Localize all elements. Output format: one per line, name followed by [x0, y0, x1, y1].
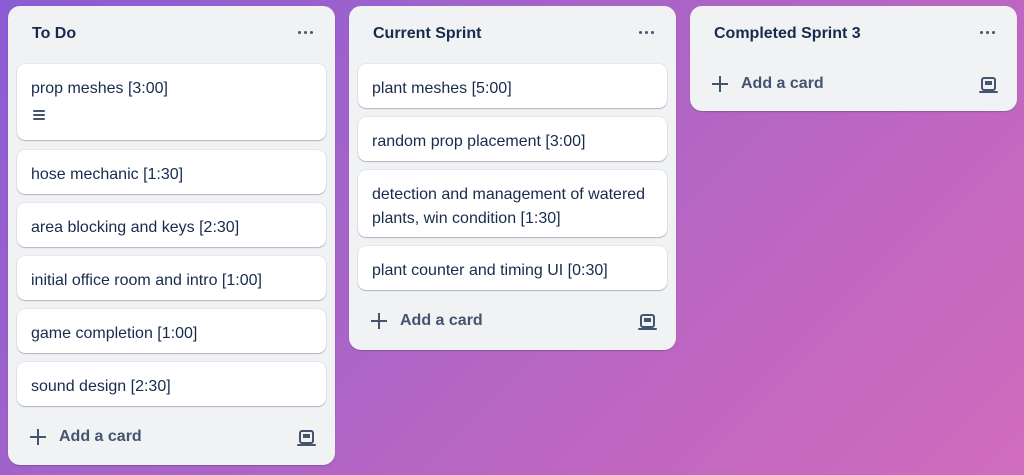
card-title: sound design [2:30] [31, 378, 171, 395]
add-card-button[interactable]: Add a card [17, 420, 277, 454]
list-header: To Do [8, 6, 335, 62]
add-card-label: Add a card [59, 428, 142, 445]
card-template-icon[interactable] [293, 424, 319, 450]
add-card-label: Add a card [741, 75, 824, 92]
card-title: plant meshes [5:00] [372, 80, 512, 97]
card[interactable]: sound design [2:30] [17, 362, 326, 406]
card-title: plant counter and timing UI [0:30] [372, 262, 608, 279]
card[interactable]: hose mechanic [1:30] [17, 150, 326, 194]
card-template-icon[interactable] [975, 71, 1001, 97]
list-header: Completed Sprint 3 [690, 6, 1017, 62]
list-title[interactable]: Completed Sprint 3 [714, 25, 861, 43]
add-card-button[interactable]: Add a card [358, 304, 618, 338]
card-title: prop meshes [3:00] [31, 80, 168, 97]
list-menu-icon[interactable] [975, 22, 999, 42]
card-title: hose mechanic [1:30] [31, 166, 184, 183]
list-title[interactable]: Current Sprint [373, 25, 481, 43]
list-menu-icon[interactable] [293, 22, 317, 42]
card[interactable]: plant meshes [5:00] [358, 64, 667, 108]
card-title: game completion [1:00] [31, 325, 198, 342]
list-to-do: To Do prop meshes [3:00] hose mechanic [… [8, 6, 335, 465]
card[interactable]: random prop placement [3:00] [358, 117, 667, 161]
plus-icon [712, 76, 728, 92]
card-title: area blocking and keys [2:30] [31, 219, 240, 236]
card[interactable]: plant counter and timing UI [0:30] [358, 246, 667, 290]
add-card-button[interactable]: Add a card [699, 67, 959, 101]
list-menu-icon[interactable] [634, 22, 658, 42]
list-current-sprint: Current Sprint plant meshes [5:00] rando… [349, 6, 676, 350]
card-title: detection and management of watered plan… [372, 186, 646, 227]
add-card-label: Add a card [400, 312, 483, 329]
list-completed-sprint-3: Completed Sprint 3 Add a card [690, 6, 1017, 111]
card[interactable]: detection and management of watered plan… [358, 170, 667, 237]
card-template-icon[interactable] [634, 308, 660, 334]
card[interactable]: area blocking and keys [2:30] [17, 203, 326, 247]
card-title: initial office room and intro [1:00] [31, 272, 262, 289]
list-header: Current Sprint [349, 6, 676, 62]
card[interactable]: initial office room and intro [1:00] [17, 256, 326, 300]
card[interactable]: game completion [1:00] [17, 309, 326, 353]
list-title[interactable]: To Do [32, 25, 76, 43]
card-title: random prop placement [3:00] [372, 133, 586, 150]
plus-icon [371, 313, 387, 329]
board: To Do prop meshes [3:00] hose mechanic [… [0, 0, 1024, 475]
plus-icon [30, 429, 46, 445]
description-icon [31, 109, 47, 123]
card[interactable]: prop meshes [3:00] [17, 64, 326, 140]
